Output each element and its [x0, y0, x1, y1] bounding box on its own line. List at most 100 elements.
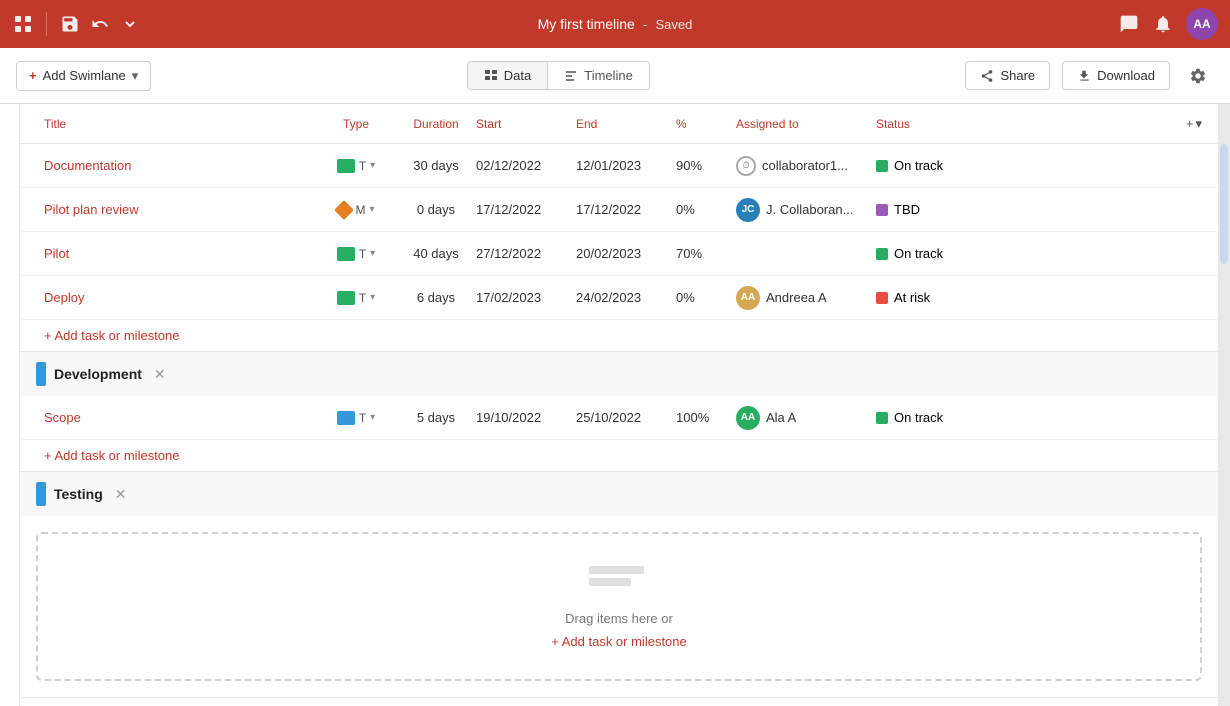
undo-icon[interactable] [89, 13, 111, 35]
assigned-name: collaborator1... [762, 158, 848, 173]
share-button[interactable]: Share [965, 61, 1050, 90]
task-title[interactable]: Documentation [36, 158, 316, 173]
col-start-header: Start [476, 117, 576, 131]
task-type: T ▾ [316, 291, 396, 305]
tab-data-label: Data [504, 68, 531, 83]
col-pct-header: % [676, 117, 736, 131]
assigned-name: J. Collaboran... [766, 202, 853, 217]
task-duration: 40 days [396, 246, 476, 261]
task-end: 25/10/2022 [576, 410, 676, 425]
task-type: M ▾ [316, 203, 396, 217]
type-label: T [359, 291, 366, 305]
type-chevron-icon[interactable]: ▾ [370, 292, 375, 303]
plus-icon: + [29, 68, 37, 83]
user-avatar[interactable]: AA [1186, 8, 1218, 40]
task-status: On track [876, 410, 996, 425]
bell-icon[interactable] [1152, 13, 1174, 35]
add-task-button[interactable]: + Add task or milestone [20, 320, 1218, 351]
type-label: T [359, 247, 366, 261]
add-swimlane-button[interactable]: + Add Swimlane ▾ [16, 61, 151, 91]
type-label: M [355, 203, 365, 217]
main-content: Title Type Duration Start End % Assigned… [0, 104, 1230, 706]
swimlane-name: Development [54, 366, 142, 382]
type-color-badge [337, 247, 355, 261]
tab-timeline-label: Timeline [584, 68, 633, 83]
add-column-button[interactable]: + ▾ [1186, 116, 1202, 132]
task-end: 20/02/2023 [576, 246, 676, 261]
task-row[interactable]: Scope T ▾ 5 days 19/10/2022 25/10/2022 1… [20, 396, 1218, 440]
download-button[interactable]: Download [1062, 61, 1170, 90]
avatar-icon: JC [736, 198, 760, 222]
page-title: My first timeline [538, 16, 635, 32]
redo-chevron-icon[interactable] [119, 13, 141, 35]
task-assigned: JC J. Collaboran... [736, 198, 876, 222]
swimlane-development: Development ✕ Scope T ▾ 5 days 19/10/202… [20, 352, 1218, 472]
task-title[interactable]: Pilot plan review [36, 202, 316, 217]
drag-add-link[interactable]: + Add task or milestone [551, 634, 687, 649]
swimlane-color-bar [36, 482, 46, 506]
title-area: My first timeline - Saved [538, 16, 693, 32]
avatar-icon: AA [736, 286, 760, 310]
assigned-name: Ala A [766, 410, 796, 425]
task-status: On track [876, 246, 996, 261]
status-label: At risk [894, 290, 930, 305]
save-icon[interactable] [59, 13, 81, 35]
chat-icon[interactable] [1118, 13, 1140, 35]
status-label: TBD [894, 202, 920, 217]
task-title[interactable]: Deploy [36, 290, 316, 305]
task-row[interactable]: Deploy T ▾ 6 days 17/02/2023 24/02/2023 … [20, 276, 1218, 320]
task-pct: 100% [676, 410, 736, 425]
task-status: At risk [876, 290, 996, 305]
task-start: 17/02/2023 [476, 290, 576, 305]
task-start: 02/12/2022 [476, 158, 576, 173]
tab-data[interactable]: Data [468, 62, 548, 89]
top-bar-left [12, 12, 141, 36]
swimlane-header: Development ✕ [20, 352, 1218, 396]
task-row[interactable]: Documentation T ▾ 30 days 02/12/2022 12/… [20, 144, 1218, 188]
task-assigned: ⏱ collaborator1... [736, 156, 876, 176]
task-duration: 30 days [396, 158, 476, 173]
task-status: TBD [876, 202, 996, 217]
task-type: T ▾ [316, 411, 396, 425]
add-swimlane-chevron-icon: ▾ [132, 68, 139, 84]
saved-label: Saved [656, 17, 693, 32]
task-pct: 70% [676, 246, 736, 261]
add-swimlane-label: Add Swimlane [43, 68, 126, 83]
col-type-header: Type [316, 117, 396, 131]
status-dot-icon [876, 204, 888, 216]
table-area[interactable]: Title Type Duration Start End % Assigned… [20, 104, 1218, 706]
status-dot-icon [876, 412, 888, 424]
task-row[interactable]: Pilot T ▾ 40 days 27/12/2022 20/02/2023 … [20, 232, 1218, 276]
drag-drop-zone: Drag items here or + Add task or milesto… [36, 532, 1202, 681]
type-chevron-icon[interactable]: ▾ [370, 412, 375, 423]
task-start: 27/12/2022 [476, 246, 576, 261]
type-chevron-icon[interactable]: ▾ [369, 204, 374, 215]
task-duration: 0 days [396, 202, 476, 217]
scrollbar-thumb[interactable] [1220, 144, 1228, 264]
top-bar-right: AA [1118, 8, 1218, 40]
grid-icon[interactable] [12, 13, 34, 35]
task-start: 19/10/2022 [476, 410, 576, 425]
type-chevron-icon[interactable]: ▾ [370, 160, 375, 171]
task-type: T ▾ [316, 159, 396, 173]
download-label: Download [1097, 68, 1155, 83]
right-scrollbar[interactable] [1218, 104, 1230, 706]
type-label: T [359, 411, 366, 425]
task-pct: 0% [676, 202, 736, 217]
tab-timeline[interactable]: Timeline [548, 62, 649, 89]
task-end: 17/12/2022 [576, 202, 676, 217]
task-title[interactable]: Pilot [36, 246, 316, 261]
swimlane-close-button[interactable]: ✕ [154, 366, 166, 383]
status-label: On track [894, 246, 943, 261]
settings-button[interactable] [1182, 60, 1214, 92]
status-dot-icon [876, 160, 888, 172]
add-task-button[interactable]: + Add task or milestone [20, 440, 1218, 471]
left-gutter [0, 104, 20, 706]
type-chevron-icon[interactable]: ▾ [370, 248, 375, 259]
swimlane-close-button[interactable]: ✕ [115, 486, 127, 503]
swimlane-default: Documentation T ▾ 30 days 02/12/2022 12/… [20, 144, 1218, 352]
clock-avatar-icon: ⏱ [736, 156, 756, 176]
task-row[interactable]: Pilot plan review M ▾ 0 days 17/12/2022 … [20, 188, 1218, 232]
task-title[interactable]: Scope [36, 410, 316, 425]
drag-drop-icon [589, 564, 649, 595]
